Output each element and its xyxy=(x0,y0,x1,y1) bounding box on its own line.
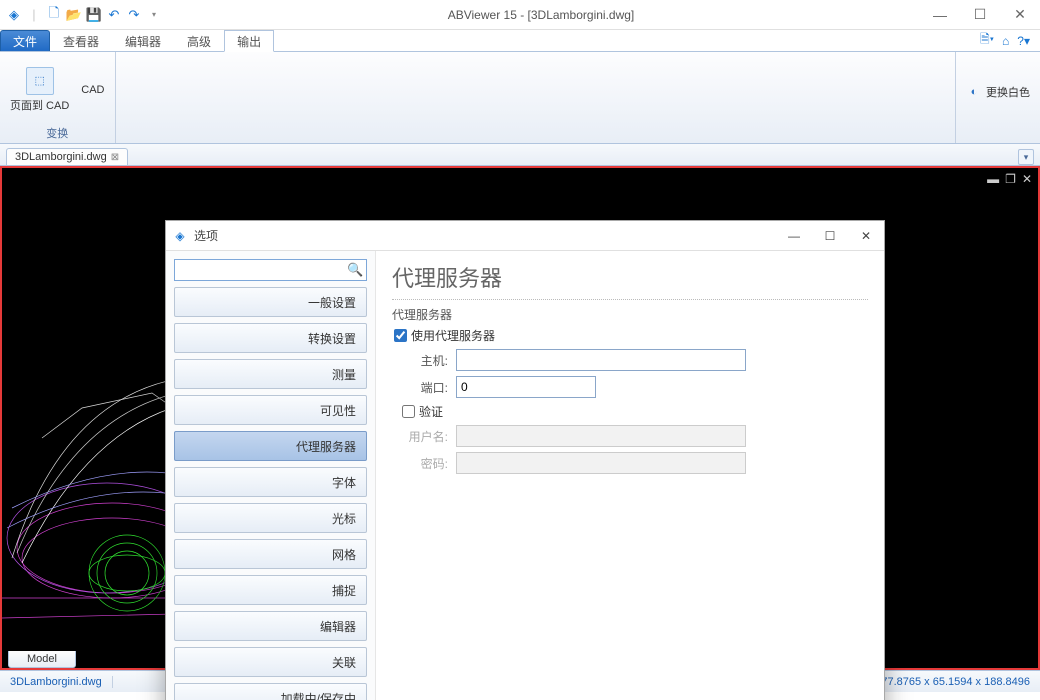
host-input[interactable] xyxy=(456,349,746,371)
cat-grid[interactable]: 网格 xyxy=(174,539,367,569)
cad-label: CAD xyxy=(81,84,104,96)
swap-white-icon: ◐ xyxy=(966,84,982,100)
close-icon[interactable]: ⊠ xyxy=(111,152,119,163)
swap-white-label: 更换白色 xyxy=(986,84,1030,100)
doc-dropdown-icon[interactable]: 🗎▾ xyxy=(980,30,994,51)
tab-output[interactable]: 输出 xyxy=(224,30,274,52)
page-to-cad-label: 页面到 CAD xyxy=(10,97,69,113)
window-title: ABViewer 15 - [3DLamborgini.dwg] xyxy=(162,8,920,22)
page-to-cad-button[interactable]: ⬚ 页面到 CAD xyxy=(10,67,69,113)
document-tab-label: 3DLamborgini.dwg xyxy=(15,151,107,163)
cat-assoc[interactable]: 关联 xyxy=(174,647,367,677)
minimize-button[interactable]: — xyxy=(920,0,960,30)
dialog-close-button[interactable]: ✕ xyxy=(848,221,884,251)
cat-snap[interactable]: 捕捉 xyxy=(174,575,367,605)
app-icon: ◈ xyxy=(6,7,22,23)
status-file: 3DLamborgini.dwg xyxy=(0,676,113,688)
ribbon-help-area: 🗎▾ ⌂ ?▾ xyxy=(980,30,1040,51)
use-proxy-label: 使用代理服务器 xyxy=(411,327,495,344)
dialog-icon: ◈ xyxy=(172,228,188,244)
cat-measure[interactable]: 测量 xyxy=(174,359,367,389)
document-tabs: 3DLamborgini.dwg ⊠ ▾ xyxy=(0,144,1040,166)
undo-icon[interactable]: ↶ xyxy=(106,7,122,23)
port-label: 端口: xyxy=(392,379,448,396)
auth-label: 验证 xyxy=(419,403,443,420)
dialog-maximize-button[interactable]: ☐ xyxy=(812,221,848,251)
swap-white-button[interactable]: ◐ 更换白色 xyxy=(966,84,1030,100)
auth-checkbox[interactable] xyxy=(402,405,415,418)
tab-advanced[interactable]: 高级 xyxy=(174,30,224,51)
port-input[interactable] xyxy=(456,376,596,398)
dialog-minimize-button[interactable]: — xyxy=(776,221,812,251)
doc-tabs-dropdown-icon[interactable]: ▾ xyxy=(1018,149,1034,165)
cat-cursor[interactable]: 光标 xyxy=(174,503,367,533)
dialog-titlebar: ◈ 选项 — ☐ ✕ xyxy=(166,221,884,251)
cat-visibility[interactable]: 可见性 xyxy=(174,395,367,425)
ribbon-tabs: 文件 查看器 编辑器 高级 输出 🗎▾ ⌂ ?▾ xyxy=(0,30,1040,52)
username-label: 用户名: xyxy=(392,428,448,445)
ribbon-group-right: ◐ 更换白色 xyxy=(955,52,1040,143)
dialog-sidebar: 🔍 一般设置 转换设置 测量 可见性 代理服务器 字体 光标 网格 捕捉 编辑器… xyxy=(166,251,376,700)
ribbon: ⬚ 页面到 CAD CAD 变换 ◐ 更换白色 xyxy=(0,52,1040,144)
vp-restore-icon[interactable]: ❐ xyxy=(1005,172,1016,186)
search-input[interactable] xyxy=(174,259,367,281)
cat-loadsave[interactable]: 加载中/保存中 xyxy=(174,683,367,700)
new-icon[interactable]: 🗋 xyxy=(46,7,62,23)
dialog-panel: 代理服务器 代理服务器 使用代理服务器 主机: 端口: xyxy=(376,251,884,700)
close-button[interactable]: ✕ xyxy=(1000,0,1040,30)
cat-conversion[interactable]: 转换设置 xyxy=(174,323,367,353)
password-input xyxy=(456,452,746,474)
dialog-title: 选项 xyxy=(194,227,776,244)
maximize-button[interactable]: ☐ xyxy=(960,0,1000,30)
vp-close-icon[interactable]: ✕ xyxy=(1022,172,1032,186)
group-convert-label: 变换 xyxy=(46,123,68,141)
help-icon[interactable]: ?▾ xyxy=(1017,34,1030,48)
tab-viewer[interactable]: 查看器 xyxy=(50,30,112,51)
cat-font[interactable]: 字体 xyxy=(174,467,367,497)
model-tab[interactable]: Model xyxy=(8,651,76,668)
proxy-fieldset: 代理服务器 使用代理服务器 主机: 端口: 验 xyxy=(392,306,868,474)
cat-general[interactable]: 一般设置 xyxy=(174,287,367,317)
host-label: 主机: xyxy=(392,352,448,369)
cat-editor[interactable]: 编辑器 xyxy=(174,611,367,641)
home-icon[interactable]: ⌂ xyxy=(1002,34,1009,48)
viewport-controls: ▬ ❐ ✕ xyxy=(987,172,1032,186)
options-dialog: ◈ 选项 — ☐ ✕ 🔍 一般设置 转换设置 测量 可见性 代理服务器 字体 光… xyxy=(165,220,885,700)
titlebar: ◈ | 🗋 📂 💾 ↶ ↷ ▾ ABViewer 15 - [3DLamborg… xyxy=(0,0,1040,30)
username-input xyxy=(456,425,746,447)
save-icon[interactable]: 💾 xyxy=(86,7,102,23)
window-controls: — ☐ ✕ xyxy=(920,0,1040,30)
ribbon-group-convert: ⬚ 页面到 CAD CAD 变换 xyxy=(0,52,116,143)
search-icon[interactable]: 🔍 xyxy=(347,262,363,278)
open-icon[interactable]: 📂 xyxy=(66,7,82,23)
cad-button[interactable]: CAD xyxy=(81,84,104,96)
use-proxy-checkbox[interactable] xyxy=(394,329,407,342)
cat-proxy[interactable]: 代理服务器 xyxy=(174,431,367,461)
tab-file[interactable]: 文件 xyxy=(0,30,50,51)
qat-sep: | xyxy=(26,7,42,23)
document-tab[interactable]: 3DLamborgini.dwg ⊠ xyxy=(6,148,128,165)
panel-heading: 代理服务器 xyxy=(392,261,868,300)
status-dims: 177.8765 x 65.1594 x 188.8496 xyxy=(865,676,1040,688)
qat-dropdown-icon[interactable]: ▾ xyxy=(146,7,162,23)
password-label: 密码: xyxy=(392,455,448,472)
quick-access-toolbar: ◈ | 🗋 📂 💾 ↶ ↷ ▾ xyxy=(0,7,162,23)
tab-editor[interactable]: 编辑器 xyxy=(112,30,174,51)
dialog-search: 🔍 xyxy=(174,259,367,281)
workspace: ▬ ❐ ✕ Model xyxy=(0,166,1040,670)
page-to-cad-icon: ⬚ xyxy=(26,67,54,95)
redo-icon[interactable]: ↷ xyxy=(126,7,142,23)
model-tabs: Model xyxy=(8,651,76,668)
proxy-group-label: 代理服务器 xyxy=(392,306,868,323)
vp-minimize-icon[interactable]: ▬ xyxy=(987,172,999,186)
